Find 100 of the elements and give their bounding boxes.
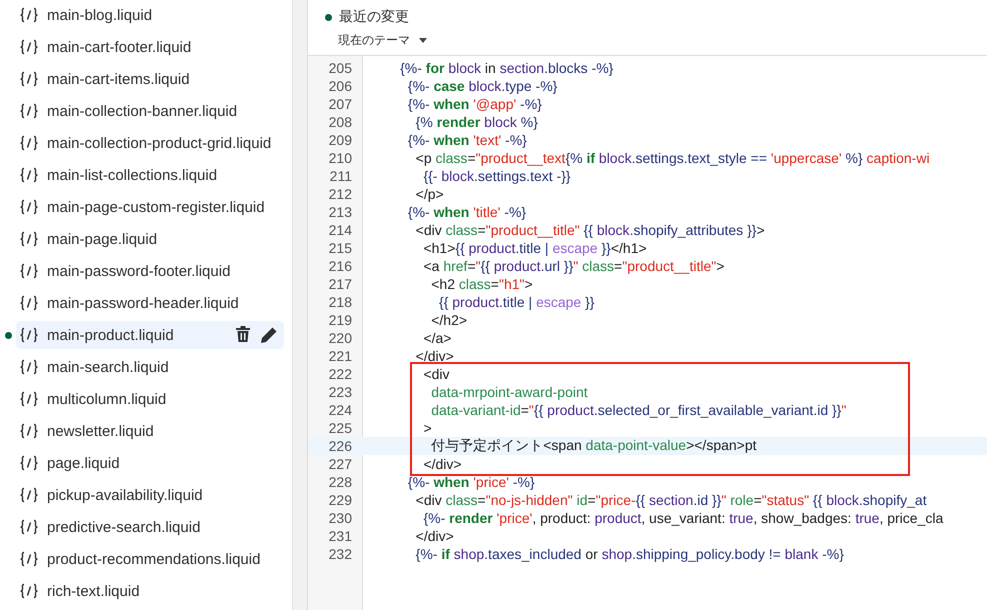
code-file-icon <box>19 263 39 279</box>
code-file-icon <box>19 135 39 151</box>
code-line: </div> <box>414 348 454 364</box>
code-line: {%- when '@app' -%} <box>406 96 542 112</box>
caret-icon <box>419 38 427 43</box>
line-number: 222 <box>328 366 352 382</box>
recent-changes-label: 最近の変更 <box>339 8 409 26</box>
line-number: 205 <box>328 60 352 76</box>
code-line: {%- case block.type -%} <box>406 78 558 94</box>
file-item[interactable]: main-collection-product-grid.liquid <box>16 129 284 157</box>
code-file-icon <box>19 295 39 311</box>
file-item[interactable]: main-list-collections.liquid <box>16 161 284 189</box>
code-file-icon <box>19 103 39 119</box>
file-item[interactable]: main-collection-banner.liquid <box>16 97 284 125</box>
code-line: </h2> <box>430 312 468 328</box>
line-number: 216 <box>328 258 352 274</box>
code-line: {{- block.settings.text -}} <box>422 168 571 184</box>
line-number: 206 <box>328 78 352 94</box>
line-number: 226 <box>328 438 352 454</box>
line-number: 214 <box>328 222 352 238</box>
code-line: {%- when 'price' -%} <box>406 474 535 490</box>
line-number: 213 <box>328 204 352 220</box>
file-item[interactable]: main-blog.liquid <box>16 1 284 29</box>
file-item[interactable]: newsletter.liquid <box>16 417 284 445</box>
code-line: {%- if shop.taxes_included or shop.shipping_policy.body != blank -%} <box>414 546 844 562</box>
code-line: </div> <box>422 456 462 472</box>
code-file-icon <box>19 551 39 567</box>
code-line: {%- when 'text' -%} <box>406 132 527 148</box>
code-file-icon <box>19 583 39 599</box>
code-file-icon <box>19 167 39 183</box>
file-item[interactable]: main-page.liquid <box>16 225 284 253</box>
code-line: {% render block %} <box>414 114 538 130</box>
code-line: </div> <box>414 528 454 544</box>
file-item[interactable]: main-search.liquid <box>16 353 284 381</box>
file-item[interactable]: predictive-search.liquid <box>16 513 284 541</box>
status-dot <box>325 14 332 20</box>
code-file-icon <box>19 327 39 343</box>
line-number: 228 <box>328 474 352 490</box>
line-number: 219 <box>328 312 352 328</box>
code-line: <a href="{{ product.url }}" class="product__title"> <box>422 258 724 274</box>
line-number: 210 <box>328 150 352 166</box>
code-line: {%- for block in section.blocks -%} <box>399 60 614 76</box>
line-number: 223 <box>328 384 352 400</box>
line-number: 229 <box>328 492 352 508</box>
file-item[interactable]: main-page-custom-register.liquid <box>16 193 284 221</box>
theme-dropdown[interactable]: 現在のテーマ <box>338 32 427 49</box>
file-item[interactable]: pickup-availability.liquid <box>16 481 284 509</box>
line-number: 211 <box>328 168 352 184</box>
file-item[interactable]: multicolumn.liquid <box>16 385 284 413</box>
code-file-icon <box>19 519 39 535</box>
line-number: 207 <box>328 96 352 112</box>
code-line: </p> <box>414 186 444 202</box>
line-number: 209 <box>328 132 352 148</box>
code-file-icon <box>19 231 39 247</box>
code-line: data-mrpoint-award-point <box>430 384 588 400</box>
code-line: 付与予定ポイント<span data-point-value></span>pt <box>430 437 757 455</box>
file-item[interactable]: page.liquid <box>16 449 284 477</box>
file-item[interactable]: product-recommendations.liquid <box>16 545 284 573</box>
code-line: <div class="product__title" {{ block.shopify_attributes }}> <box>414 222 765 238</box>
line-number: 227 <box>328 456 352 472</box>
code-line: {{ product.title | escape }} <box>438 294 594 310</box>
code-file-icon <box>19 391 39 407</box>
line-number: 231 <box>328 528 352 544</box>
file-item[interactable]: main-cart-items.liquid <box>16 65 284 93</box>
file-item[interactable]: rich-text.liquid <box>16 577 284 605</box>
code-file-icon <box>19 7 39 23</box>
code-line: <div <box>422 366 450 382</box>
line-number: 208 <box>328 114 352 130</box>
trash-icon[interactable] <box>236 326 250 342</box>
code-line: {%- render 'price', product: product, use_variant: true, show_badges: true, price_cla <box>422 510 944 526</box>
line-number: 232 <box>328 546 352 562</box>
line-number: 224 <box>328 402 352 418</box>
line-number: 221 <box>328 348 352 364</box>
code-line: <h1>{{ product.title | escape }}</h1> <box>422 240 647 256</box>
line-number: 225 <box>328 420 352 436</box>
line-number: 218 <box>328 294 352 310</box>
code-file-icon <box>19 487 39 503</box>
code-line: {%- when 'title' -%} <box>406 204 526 220</box>
code-line: <div class="no-js-hidden" id="price-{{ section.id }}" role="status" {{ block.shopify_at <box>414 492 927 508</box>
code-file-icon <box>19 359 39 375</box>
code-file-icon <box>19 423 39 439</box>
code-line: > <box>422 420 432 436</box>
file-item[interactable]: main-password-footer.liquid <box>16 257 284 285</box>
pencil-icon[interactable] <box>260 326 278 344</box>
code-file-icon <box>19 199 39 215</box>
file-item[interactable]: main-password-header.liquid <box>16 289 284 317</box>
code-file-icon <box>19 455 39 471</box>
code-line: </a> <box>422 330 452 346</box>
line-number: 212 <box>328 186 352 202</box>
code-line: data-variant-id="{{ product.selected_or_first_available_variant.id }}" <box>430 402 846 418</box>
line-number: 217 <box>328 276 352 292</box>
code-line: <h2 class="h1"> <box>430 276 533 292</box>
line-number: 230 <box>328 510 352 526</box>
line-number: 220 <box>328 330 352 346</box>
code-file-icon <box>19 39 39 55</box>
file-item[interactable]: main-cart-footer.liquid <box>16 33 284 61</box>
code-line: <p class="product__text{% if block.settings.text_style == 'uppercase' %} caption-wi <box>414 150 930 166</box>
code-file-icon <box>19 71 39 87</box>
line-number: 215 <box>328 240 352 256</box>
file-item[interactable]: main-product.liquid <box>16 321 284 349</box>
